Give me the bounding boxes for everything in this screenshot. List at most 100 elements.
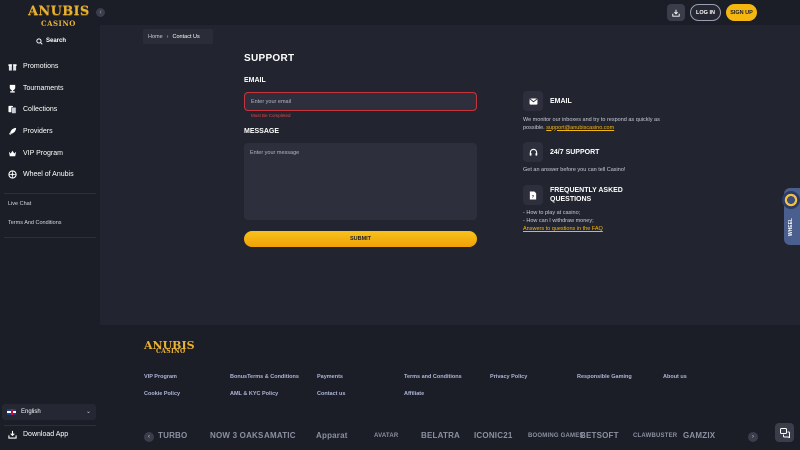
chevron-left-icon: ‹ [99,9,102,16]
sidebar-item-label: Tournaments [23,84,64,92]
search-label: Search [46,38,67,44]
footer-link-contact-us[interactable]: Contact us [317,391,345,397]
wheel-tab-label: WHEEL [788,218,794,237]
sidebar-link-terms[interactable]: Terms And Conditions [8,220,62,226]
chat-icon [779,427,790,438]
faq-link[interactable]: Answers to questions in the FAQ [523,226,603,234]
info-email-text: We monitor our inboxes and try to respon… [523,117,663,132]
footer-link-payments[interactable]: Payments [317,374,343,380]
sidebar-item-promotions[interactable]: Promotions [0,56,100,78]
breadcrumb-home[interactable]: Home [148,34,163,40]
mail-icon [529,97,537,105]
email-label: EMAIL [244,77,266,84]
provider-logo[interactable]: AMATIC [264,431,296,440]
info-faq-q2: - How can I withdraw money; [523,218,594,224]
info-email-box [523,91,543,111]
footer-link-affiliate[interactable]: Affiliate [404,391,424,397]
sidebar-item-label: Collections [23,106,58,114]
fortune-wheel-icon [782,191,800,209]
download-icon [8,430,17,439]
document-question-icon: ? [529,190,537,200]
sidebar-item-label: VIP Program [23,149,63,157]
sidebar-nav: Promotions Tournaments Collections Provi… [0,56,100,186]
download-icon [672,9,680,17]
download-app-label: Download App [23,431,69,438]
footer-logo[interactable]: ANUBIS CASINO [144,336,195,355]
uk-flag-icon [7,409,16,415]
sidebar-divider [4,237,96,238]
sidebar-collapse-button[interactable]: ‹ [96,8,105,17]
casino-logo[interactable]: ANUBIS CASINO [28,4,89,32]
info-support-title: 24/7 SUPPORT [550,149,600,156]
download-button[interactable] [667,4,685,21]
gift-icon [8,64,17,71]
sidebar-item-providers[interactable]: Providers [0,121,100,143]
language-label: English [21,409,41,415]
download-app-button[interactable]: Download App [8,430,68,439]
provider-logo[interactable]: ICONIC21 [474,431,513,440]
carousel-prev-button[interactable]: ‹ [144,432,154,442]
provider-logo[interactable]: NOW 3 OAKS [210,431,264,440]
provider-logo[interactable]: BOOMING GAMES [528,433,584,439]
info-faq-box: ? [523,185,543,205]
sidebar-item-collections[interactable]: Collections [0,99,100,121]
crown-icon [8,150,17,156]
wheel-icon [8,170,17,179]
rocket-icon [8,127,17,136]
search-button[interactable]: Search [36,36,66,46]
email-error: Must Be Completed [251,113,291,118]
chevron-right-icon: › [166,33,169,40]
provider-logo[interactable]: TURBO [158,431,187,440]
chat-button[interactable] [775,423,794,442]
footer-link-vip-program[interactable]: VIP Program [144,374,177,380]
provider-logo[interactable]: GAMZIX [683,431,715,440]
svg-text:?: ? [531,193,534,198]
carousel-next-button[interactable]: › [748,432,758,442]
breadcrumb-current: Contact Us [172,33,200,40]
wheel-tab[interactable]: WHEEL [782,188,800,245]
language-select[interactable]: English ⌄ [2,404,96,420]
footer-link-bonus-terms[interactable]: BonusTerms & Conditions [230,374,299,380]
info-support-box [523,142,543,162]
provider-logo[interactable]: Apparat [316,431,348,440]
page-title: SUPPORT [244,53,295,64]
sidebar-item-label: Wheel of Anubis [23,171,74,179]
sidebar-item-vip-program[interactable]: VIP Program [0,142,100,164]
sidebar-item-wheel-of-anubis[interactable]: Wheel of Anubis [0,164,100,186]
sidebar-item-label: Providers [23,128,53,136]
trophy-icon [9,84,16,93]
breadcrumb: Home › Contact Us [143,29,213,44]
headset-icon [529,148,537,156]
info-email-title: EMAIL [550,98,572,105]
footer-link-about-us[interactable]: About us [663,374,687,380]
support-email-link[interactable]: support@anubiscasino.com [546,125,614,131]
footer-link-responsible-gaming[interactable]: Responsible Gaming [577,374,632,380]
login-button[interactable]: LOG IN [690,4,721,21]
logo-subtext: CASINO [41,19,76,28]
message-field[interactable] [244,143,477,220]
signup-button[interactable]: SIGN UP [726,4,757,21]
providers-carousel: ‹ TURBO NOW 3 OAKS AMATIC Apparat AVATAR… [144,428,758,448]
sidebar-link-live-chat[interactable]: Live Chat [8,201,31,207]
footer-logo-subtext: CASINO [156,348,186,355]
sidebar: ANUBIS CASINO Search Promotions Tourname… [0,0,100,450]
cards-icon [8,106,17,115]
submit-button[interactable]: SUBMIT [244,231,477,247]
email-field[interactable] [244,92,477,111]
info-faq-title: FREQUENTLY ASKED QUESTIONS [550,187,623,203]
footer-link-aml-kyc[interactable]: AML & KYC Policy [230,391,278,397]
info-faq-q1: - How to play at casino; [523,210,581,216]
logo-text: ANUBIS [28,4,90,19]
chevron-down-icon: ⌄ [85,409,91,415]
provider-logo[interactable]: BELATRA [421,431,460,440]
sidebar-item-label: Promotions [23,63,59,71]
sidebar-divider [4,193,96,194]
provider-logo[interactable]: CLAWBUSTER [633,433,677,439]
provider-logo[interactable]: AVATAR [374,433,398,439]
footer-link-cookie-policy[interactable]: Cookie Policy [144,391,180,397]
sidebar-item-tournaments[interactable]: Tournaments [0,78,100,100]
footer-link-privacy[interactable]: Privacy Policy [490,374,527,380]
provider-logo[interactable]: BETSOFT [580,431,619,440]
footer-link-terms[interactable]: Terms and Conditions [404,374,462,380]
search-icon [36,37,43,45]
